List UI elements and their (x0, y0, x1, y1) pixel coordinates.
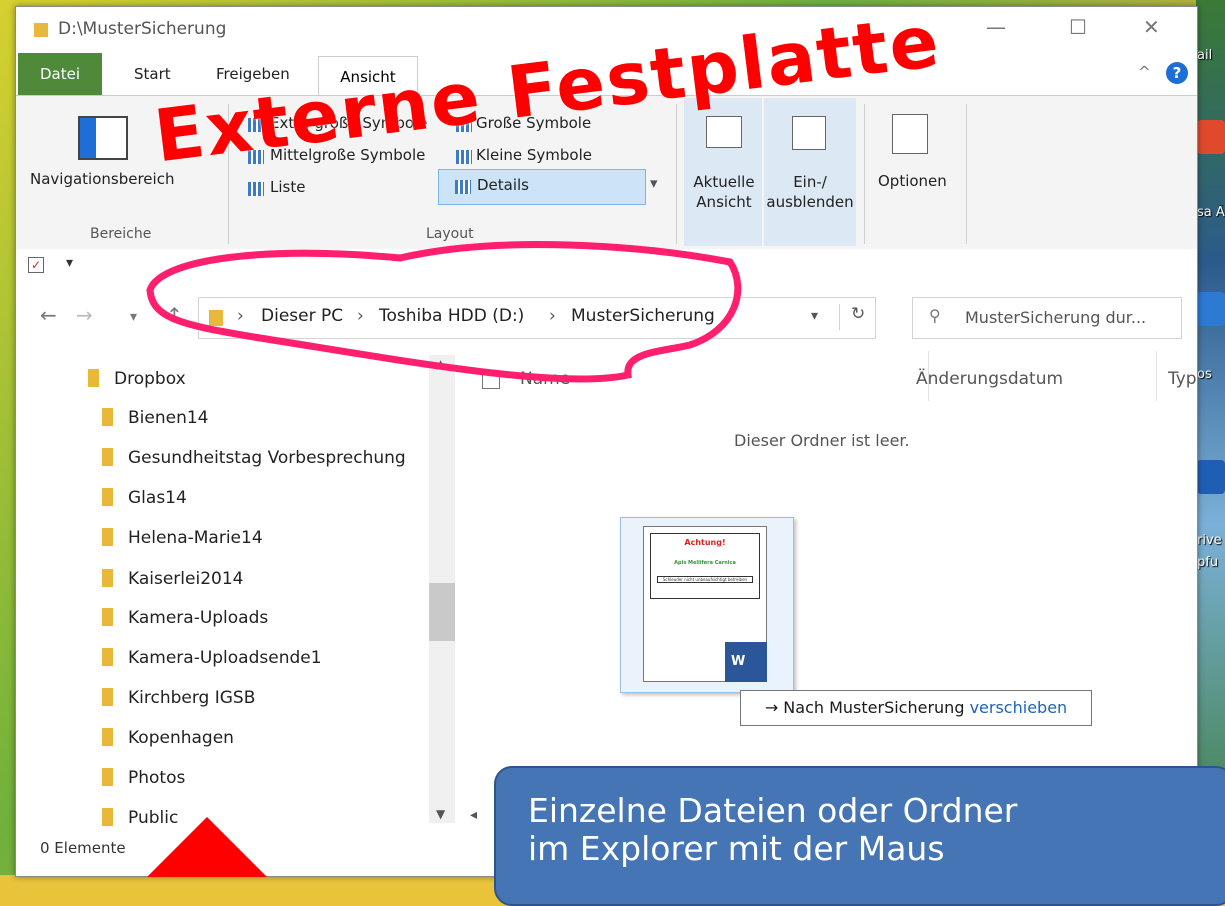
highlight-scribble (146, 241, 742, 383)
red-arrow-body (174, 861, 240, 875)
callout-line-2: im Explorer mit der Maus (528, 828, 945, 868)
callout-box: Einzelne Dateien oder Ordner im Explorer… (494, 766, 1225, 906)
callout-line-1: Einzelne Dateien oder Ordner (528, 791, 1018, 830)
